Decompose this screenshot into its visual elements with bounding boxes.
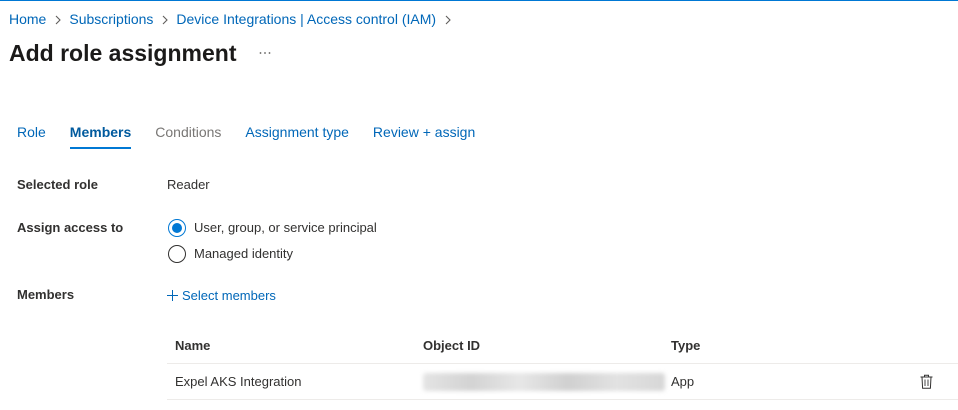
member-object-id [415,372,665,391]
table-row: Expel AKS Integration App [167,364,958,400]
members-label: Members [17,287,75,302]
tab-assignment-type[interactable]: Assignment type [245,121,349,149]
breadcrumb: Home Subscriptions Device Integrations |… [9,10,459,29]
more-icon [259,52,271,54]
column-header-type: Type [671,338,701,353]
tab-members[interactable]: Members [69,121,132,149]
column-header-name: Name [175,338,211,353]
plus-icon [167,289,178,301]
tab-role[interactable]: Role [17,121,46,149]
members-table: Name Object ID Type Expel AKS Integratio… [167,328,958,400]
member-type: App [671,374,695,389]
radio-label[interactable]: User, group, or service principal [194,219,377,237]
radio-dot [172,223,182,233]
more-actions-button[interactable] [258,47,272,59]
tab-review-assign[interactable]: Review + assign [373,121,475,149]
tab-conditions: Conditions [155,124,222,140]
radio-dot [172,249,182,259]
select-members-link[interactable]: Select members [167,286,276,304]
chevron-right-icon [46,10,69,29]
top-accent-bar [0,0,958,1]
select-members-label[interactable]: Select members [182,288,276,303]
breadcrumb-subscriptions[interactable]: Subscriptions [69,10,153,29]
radio-label[interactable]: Managed identity [194,245,293,263]
radio-managed-identity[interactable]: Managed identity [168,244,293,264]
radio-button[interactable] [168,245,186,263]
member-name: Expel AKS Integration [175,374,302,389]
remove-member-button[interactable] [894,374,958,389]
trash-icon [920,374,933,389]
tab-bar: Role Members Conditions Assignment type … [17,121,475,149]
radio-user-group-service-principal[interactable]: User, group, or service principal [168,218,377,238]
selected-role-label: Selected role [17,177,98,192]
page-title: Add role assignment [9,40,237,66]
object-id-redacted [423,372,665,391]
assign-access-label: Assign access to [17,220,124,235]
chevron-right-icon [436,10,459,29]
breadcrumb-home[interactable]: Home [9,10,46,29]
table-header-row: Name Object ID Type [167,328,958,364]
column-header-object-id: Object ID [423,338,481,353]
selected-role-value: Reader [167,177,210,192]
breadcrumb-access-control[interactable]: Device Integrations | Access control (IA… [176,10,436,29]
chevron-right-icon [153,10,176,29]
radio-button[interactable] [168,219,186,237]
